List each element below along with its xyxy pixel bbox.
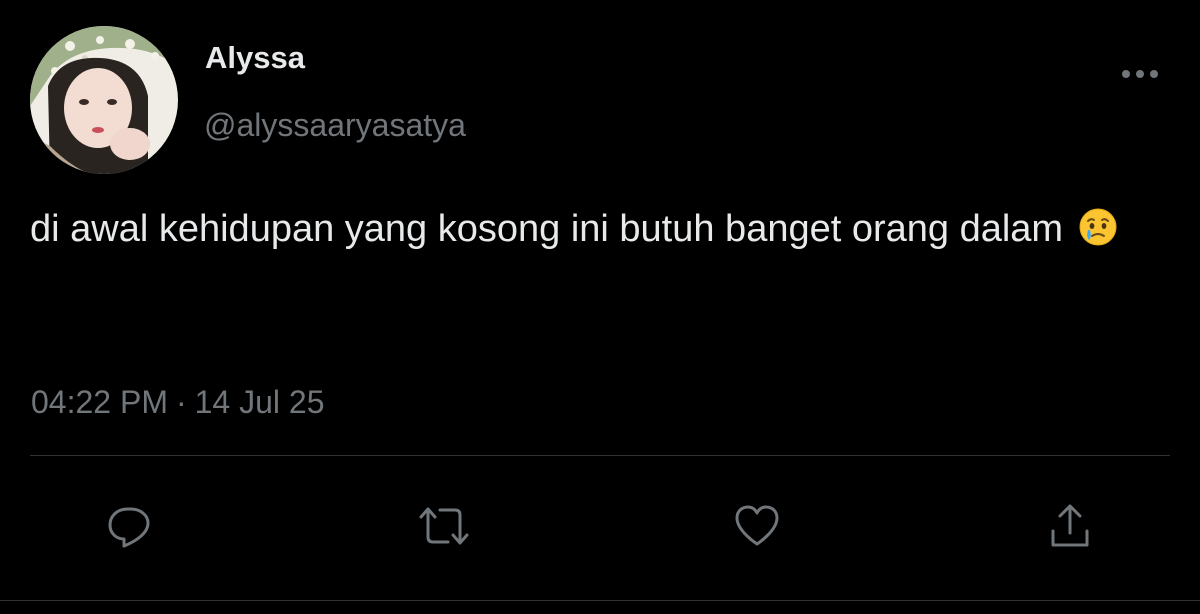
reply-icon — [108, 507, 150, 548]
retweet-icon — [419, 507, 469, 545]
more-horizontal-icon — [1122, 70, 1158, 78]
share-icon — [1051, 504, 1089, 547]
like-button[interactable] — [729, 498, 785, 554]
tweet-date: 14 Jul 25 — [194, 384, 325, 420]
share-button[interactable] — [1042, 498, 1098, 554]
display-name[interactable]: Alyssa — [205, 38, 305, 78]
tweet-card: Alyssa @alyssaaryasatya di awal kehidupa… — [0, 0, 1200, 614]
heart-icon — [735, 505, 779, 546]
bottom-divider — [0, 600, 1200, 601]
more-options-button[interactable] — [1116, 60, 1164, 88]
divider — [30, 455, 1170, 456]
face-holding-back-tears-icon — [1078, 206, 1118, 265]
retweet-button[interactable] — [416, 498, 472, 554]
timestamp-separator: · — [175, 384, 187, 420]
tweet-time: 04:22 PM — [31, 384, 168, 420]
tweet-timestamp[interactable]: 04:22 PM · 14 Jul 25 — [31, 380, 325, 424]
reply-button[interactable] — [101, 498, 157, 554]
tweet-text-content: di awal kehidupan yang kosong ini butuh … — [30, 208, 1074, 250]
avatar-photo — [30, 26, 178, 174]
avatar[interactable] — [30, 26, 178, 174]
user-handle[interactable]: @alyssaaryasatya — [204, 104, 466, 146]
tweet-text: di awal kehidupan yang kosong ini butuh … — [30, 200, 1170, 265]
